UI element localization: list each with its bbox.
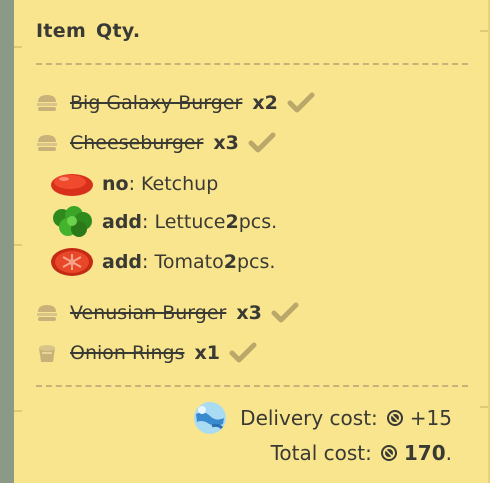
coin-icon	[380, 445, 397, 461]
onion-rings-icon	[39, 345, 55, 362]
edge-mark	[480, 406, 488, 408]
modifier-unit: pcs.	[236, 251, 276, 273]
edge-mark	[14, 244, 22, 246]
divider-top	[36, 63, 468, 65]
total-value: 170	[403, 441, 446, 465]
modifier-unit: pcs.	[238, 211, 278, 233]
modifier-text: : Lettuce	[142, 211, 226, 233]
order-item: Venusian Burger x3	[36, 301, 300, 325]
edge-mark	[14, 46, 22, 48]
total-suffix: .	[445, 441, 452, 465]
burger-icon	[37, 135, 57, 151]
modifier-amount: 2	[225, 211, 239, 233]
item-qty: x1	[194, 342, 220, 364]
delivery-label: Delivery cost:	[240, 406, 378, 430]
item-modifier: add: Lettuce 2 pcs.	[50, 206, 277, 238]
edge-mark	[14, 410, 22, 412]
item-modifier: no: Ketchup	[50, 168, 218, 200]
item-name: Onion Rings	[70, 342, 185, 364]
delivery-value: +15	[409, 406, 452, 430]
modifier-action: add	[102, 251, 143, 273]
order-item: Big Galaxy Burger x2	[36, 91, 316, 115]
delivery-cost-row: Delivery cost: +15	[190, 400, 452, 436]
ketchup-icon	[51, 174, 93, 196]
item-name: Cheeseburger	[70, 132, 204, 154]
qty-column-label: Qty.	[96, 20, 141, 42]
order-item: Cheeseburger x3	[36, 131, 277, 155]
burger-icon	[37, 305, 57, 321]
item-modifier: add: Tomato 2 pcs.	[50, 246, 275, 278]
coin-icon	[386, 410, 403, 426]
total-cost-row: Total cost: 170.	[271, 441, 452, 465]
divider-bottom	[36, 385, 468, 387]
modifier-text: : Ketchup	[128, 173, 219, 195]
item-qty: x3	[236, 302, 262, 324]
item-column-label: Item	[36, 20, 87, 42]
column-header: Item Qty.	[36, 20, 140, 42]
lettuce-icon	[53, 206, 92, 237]
check-icon	[271, 302, 299, 323]
order-item: Onion Rings x1	[36, 341, 258, 365]
check-icon	[248, 132, 276, 153]
item-qty: x3	[213, 132, 239, 154]
tomato-icon	[51, 248, 93, 276]
check-icon	[229, 342, 257, 363]
modifier-amount: 2	[223, 251, 237, 273]
burger-icon	[37, 95, 57, 111]
item-name: Venusian Burger	[70, 302, 227, 324]
total-label: Total cost:	[270, 441, 372, 465]
modifier-action: add	[102, 211, 143, 233]
planet-icon	[194, 402, 227, 434]
item-name: Big Galaxy Burger	[70, 92, 243, 114]
item-qty: x2	[252, 92, 278, 114]
modifier-text: : Tomato	[142, 251, 224, 273]
edge-mark	[480, 30, 488, 32]
modifier-action: no	[102, 173, 129, 195]
check-icon	[287, 92, 315, 113]
